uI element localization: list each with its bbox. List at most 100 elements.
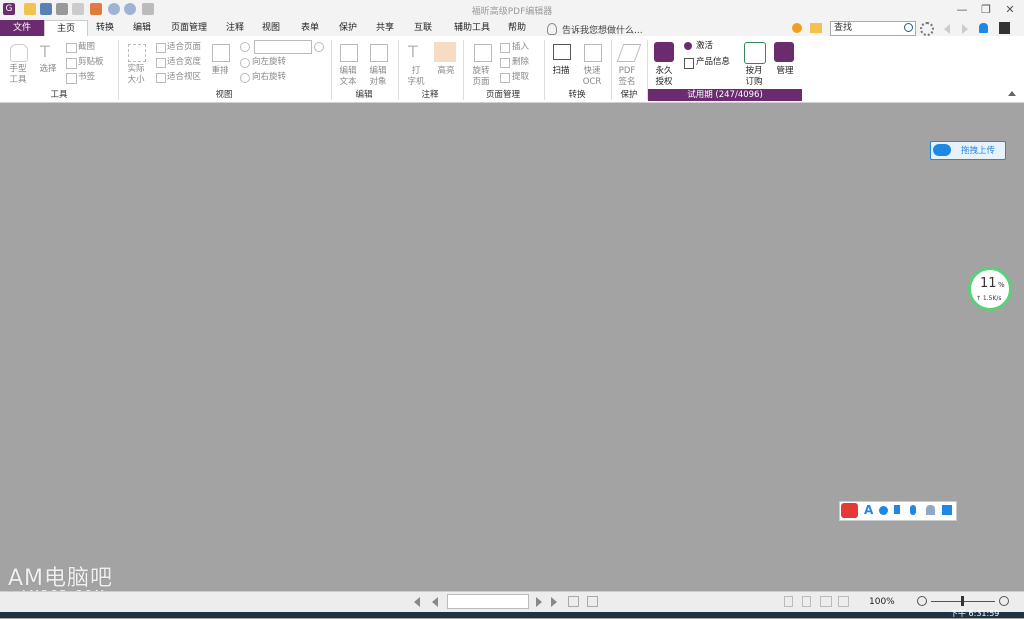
next-page-icon[interactable]: [536, 597, 542, 607]
tab-view[interactable]: 视图: [254, 20, 288, 36]
screenshot-button[interactable]: 截图: [78, 42, 95, 53]
zoom-out-icon[interactable]: [240, 42, 250, 52]
rotate-left-button[interactable]: 向左旋转: [252, 57, 286, 68]
reflow-button[interactable]: 重排: [206, 66, 234, 77]
actual-size-button[interactable]: 实际 大小: [122, 64, 150, 86]
punctuation-icon[interactable]: [894, 505, 900, 514]
new-icon[interactable]: [90, 3, 102, 15]
activate-button[interactable]: 激活: [696, 41, 713, 52]
typewriter-button[interactable]: 打 字机: [402, 66, 430, 88]
reflow-icon: [212, 44, 230, 62]
tab-form[interactable]: 表单: [292, 20, 328, 36]
delete-button[interactable]: 删除: [512, 57, 529, 68]
save-icon[interactable]: [40, 3, 52, 15]
microphone-icon[interactable]: [910, 505, 916, 515]
fit-width-button[interactable]: 适合宽度: [167, 57, 201, 68]
user-icon[interactable]: [999, 22, 1010, 34]
redo-icon[interactable]: [124, 3, 136, 15]
split-page-icon[interactable]: [838, 596, 849, 607]
open-icon[interactable]: [24, 3, 36, 15]
zoom-in-button[interactable]: [999, 596, 1009, 606]
tab-comment[interactable]: 注释: [218, 20, 252, 36]
heart-icon[interactable]: [792, 23, 802, 33]
fit-visible-button[interactable]: 适合视区: [167, 72, 201, 83]
edit-object-button[interactable]: 编辑 对象: [364, 66, 392, 88]
tab-share[interactable]: 共享: [368, 20, 402, 36]
restore-button[interactable]: ❐: [976, 2, 996, 18]
settings-icon[interactable]: [920, 22, 934, 36]
print-icon[interactable]: [56, 3, 68, 15]
grid-menu-icon[interactable]: [942, 505, 952, 515]
prev-icon[interactable]: [944, 24, 950, 34]
key-icon: [684, 42, 692, 50]
tab-protect[interactable]: 保护: [330, 20, 366, 36]
cloud-icon: [933, 144, 951, 156]
clipboard-button[interactable]: 剪贴板: [78, 57, 104, 68]
speed-percent: 11: [980, 276, 997, 291]
quick-ocr-button[interactable]: 快速 OCR: [578, 66, 606, 88]
folder-search-icon[interactable]: [810, 23, 822, 33]
user-icon[interactable]: [926, 505, 935, 515]
typewriter-icon: T: [408, 42, 418, 61]
prev-view-icon[interactable]: [568, 596, 579, 607]
tab-edit[interactable]: 编辑: [124, 20, 160, 36]
minimize-button[interactable]: —: [952, 2, 972, 18]
undo-icon[interactable]: [108, 3, 120, 15]
rotate-right-icon: [240, 73, 250, 83]
permanent-license-button[interactable]: 永久 授权: [650, 66, 678, 88]
scan-button[interactable]: 扫描: [547, 66, 575, 77]
zoom-level[interactable]: 100%: [869, 597, 895, 607]
manage-button[interactable]: 管理: [770, 66, 800, 77]
delete-icon: [500, 58, 510, 68]
rotate-pages-button[interactable]: 旋转 页面: [466, 66, 496, 88]
zoom-out-button[interactable]: [917, 596, 927, 606]
bookmark-button[interactable]: 书签: [78, 72, 95, 83]
tab-connect[interactable]: 互联: [406, 20, 440, 36]
hand-tool-button[interactable]: 手型 工具: [4, 64, 32, 86]
letter-a-icon[interactable]: A: [864, 503, 873, 517]
tab-file[interactable]: 文件: [0, 20, 44, 36]
fit-page-button[interactable]: 适合页面: [167, 42, 201, 53]
sogou-logo-icon[interactable]: [841, 503, 858, 518]
email-icon[interactable]: [72, 3, 84, 15]
tab-page-manage[interactable]: 页面管理: [164, 20, 214, 36]
product-info-icon: [684, 58, 694, 69]
tab-help[interactable]: 帮助: [502, 20, 532, 36]
tab-accessibility[interactable]: 辅助工具: [444, 20, 500, 36]
search-input[interactable]: 查找: [830, 21, 916, 36]
first-page-icon[interactable]: [414, 597, 420, 607]
ime-toolbar[interactable]: A: [839, 501, 957, 521]
next-view-icon[interactable]: [587, 596, 598, 607]
collapse-ribbon-icon[interactable]: [1008, 91, 1016, 96]
rotate-right-button[interactable]: 向右旋转: [252, 72, 286, 83]
monthly-subscribe-button[interactable]: 按月 订购: [740, 66, 768, 88]
zoom-in-icon[interactable]: [314, 42, 324, 52]
facing-page-icon[interactable]: [820, 596, 832, 607]
moon-icon[interactable]: [879, 506, 888, 515]
network-speed-widget[interactable]: 11 % ↑ 1.5K/s: [968, 267, 1012, 311]
bell-icon[interactable]: [979, 23, 988, 33]
hand-tool-quick-icon[interactable]: [142, 3, 154, 15]
tab-convert[interactable]: 转换: [88, 20, 122, 36]
drag-upload-widget[interactable]: 拖拽上传: [930, 141, 1006, 160]
fit-visible-icon: [156, 73, 166, 83]
next-icon[interactable]: [962, 24, 968, 34]
edit-text-button[interactable]: 编辑 文本: [334, 66, 362, 88]
close-button[interactable]: ✕: [1000, 2, 1020, 18]
extract-button[interactable]: 提取: [512, 72, 529, 83]
insert-button[interactable]: 插入: [512, 42, 529, 53]
single-page-icon[interactable]: [784, 596, 793, 607]
last-page-icon[interactable]: [551, 597, 557, 607]
pdf-sign-button[interactable]: PDF 签名: [613, 66, 641, 88]
search-icon[interactable]: [904, 23, 913, 32]
highlight-button[interactable]: 高亮: [432, 66, 460, 77]
select-text-icon: T: [40, 42, 50, 61]
zoom-slider-handle[interactable]: [961, 596, 964, 606]
select-button[interactable]: 选择: [34, 64, 62, 75]
tell-me-box[interactable]: 告诉我您想做什么...: [562, 23, 682, 36]
zoom-select[interactable]: [254, 40, 312, 54]
continuous-page-icon[interactable]: [802, 596, 811, 607]
prev-page-icon[interactable]: [432, 597, 438, 607]
product-info-button[interactable]: 产品信息: [696, 57, 730, 68]
page-number-input[interactable]: [447, 594, 529, 609]
